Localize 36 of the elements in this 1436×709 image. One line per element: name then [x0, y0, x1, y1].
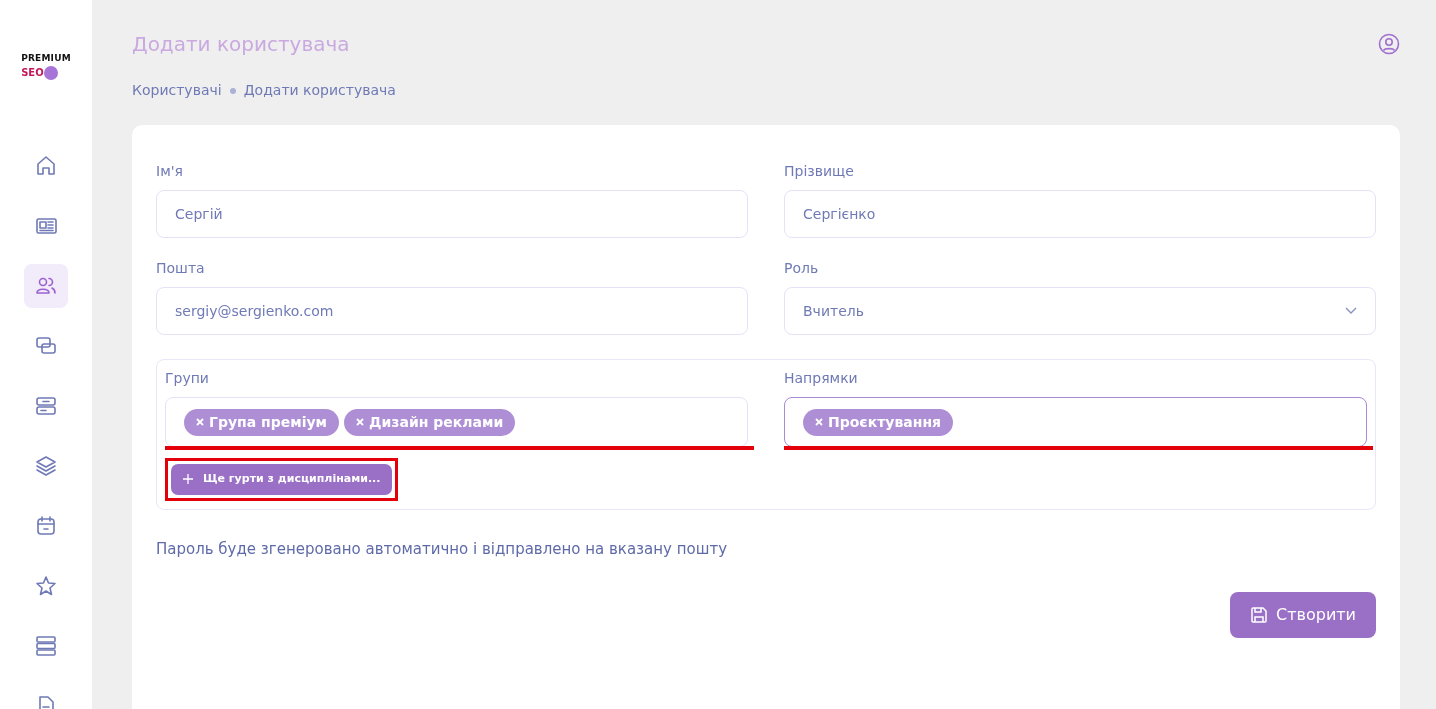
logo-cursor-icon: [43, 65, 58, 80]
logo-text: PREMIUM: [21, 52, 71, 65]
tag-chip[interactable]: Група преміум: [184, 408, 340, 436]
field-label: Прізвище: [784, 162, 855, 181]
tag-chip[interactable]: Проєктування: [803, 408, 954, 436]
save-icon: [1250, 606, 1268, 624]
user-account-icon[interactable]: [1378, 33, 1400, 55]
remove-icon[interactable]: [356, 418, 365, 426]
layers-icon: [34, 453, 58, 478]
add-more-button[interactable]: Ще гурти з дисциплінами...: [171, 464, 393, 495]
input-field[interactable]: Сергієнко: [784, 190, 1376, 238]
create-button[interactable]: Створити: [1230, 592, 1376, 638]
tag-chip[interactable]: Дизайн реклами: [344, 408, 516, 436]
remove-icon[interactable]: [815, 418, 823, 426]
input-field[interactable]: Сергій: [156, 190, 748, 238]
rows-icon: [34, 633, 58, 658]
field-label: Напрямки: [784, 369, 859, 388]
remove-icon[interactable]: [196, 418, 204, 426]
field-label: Пошта: [156, 259, 206, 278]
field-label: Групи: [165, 369, 210, 388]
breadcrumb-separator: [229, 87, 236, 94]
calendar-icon: [34, 513, 58, 538]
chevron-down-icon: [1345, 307, 1357, 315]
breadcrumb-current: Додати користувача: [243, 81, 396, 100]
field-label: Ім'я: [156, 162, 184, 181]
nav-item[interactable]: [24, 263, 68, 308]
plus-icon: [183, 474, 193, 484]
logo-text: SEO: [21, 67, 44, 78]
field-label: Роль: [784, 259, 820, 278]
home-icon: [34, 153, 58, 178]
input-field[interactable]: sergiy@sergienko.com: [156, 287, 748, 335]
info-text: Пароль буде згенеровано автоматично і відправлено на вказану пошту: [156, 538, 729, 560]
breadcrumb-link[interactable]: Користувачі: [132, 80, 222, 101]
page-title: Додати користувача: [132, 32, 350, 56]
star-icon: [34, 573, 58, 598]
select-field[interactable]: Вчитель: [784, 287, 1376, 335]
